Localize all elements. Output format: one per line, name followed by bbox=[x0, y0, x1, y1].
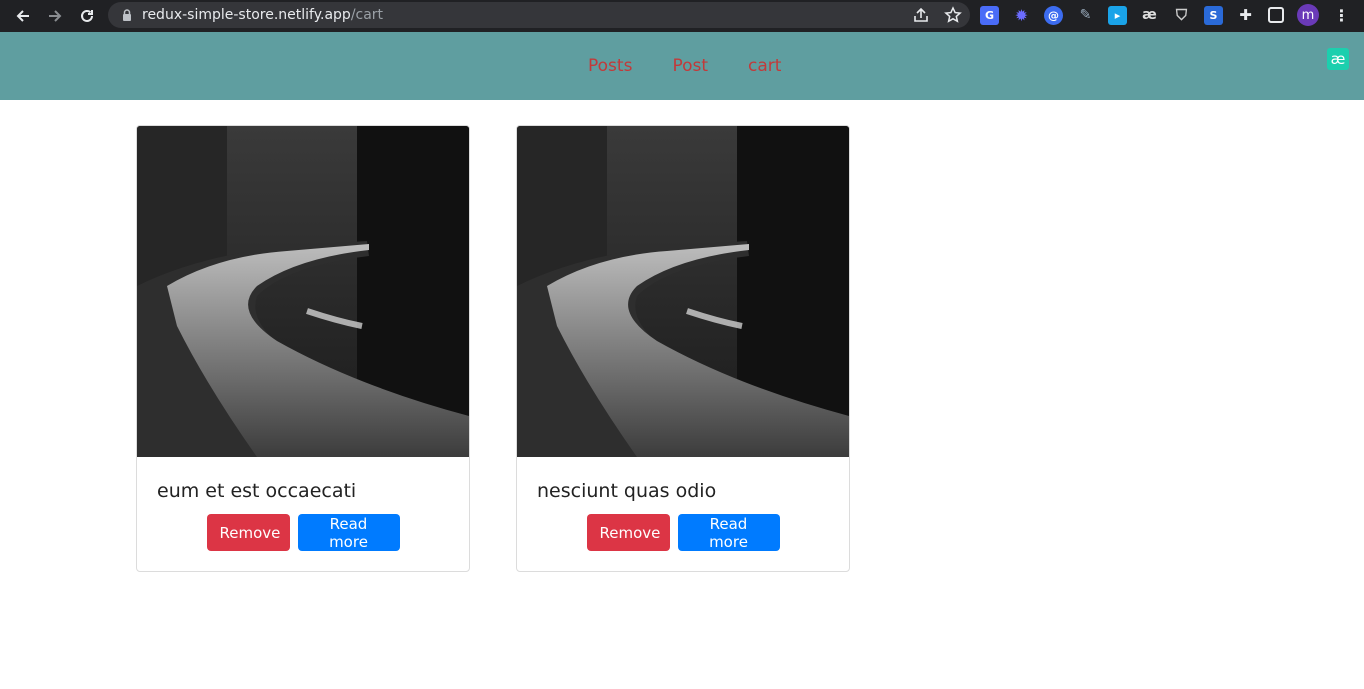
cart-card: eum et est occaecati Remove Read more bbox=[136, 125, 470, 572]
gear-extension-icon[interactable]: ✹ bbox=[1012, 6, 1031, 25]
arrow-right-icon bbox=[49, 10, 62, 22]
app-navbar: Posts Post cart æ bbox=[0, 32, 1364, 100]
browser-toolbar: redux-simple-store.netlify.app/cart G ✹ … bbox=[0, 0, 1364, 32]
reload-button[interactable] bbox=[76, 5, 98, 27]
ae-extension-icon[interactable]: æ bbox=[1140, 6, 1159, 25]
nav-links: Posts Post cart bbox=[588, 56, 821, 76]
shield-extension-icon[interactable]: ⛉ bbox=[1172, 6, 1191, 25]
forward-button[interactable] bbox=[44, 5, 66, 27]
ae-widget-icon[interactable]: æ bbox=[1327, 48, 1349, 70]
screen-extension-icon[interactable]: ▸ bbox=[1108, 5, 1127, 25]
card-image bbox=[517, 126, 849, 457]
share-icon[interactable] bbox=[912, 6, 930, 24]
s-extension-icon[interactable]: S bbox=[1204, 5, 1223, 25]
url-host: redux-simple-store.netlify.app bbox=[142, 7, 351, 23]
remove-button[interactable]: Remove bbox=[586, 514, 670, 551]
cart-card: nesciunt quas odio Remove Read more bbox=[516, 125, 850, 572]
reload-icon bbox=[81, 9, 93, 22]
read-more-button[interactable]: Read more bbox=[297, 514, 400, 551]
lock-icon bbox=[123, 9, 131, 21]
translate-extension-icon[interactable]: G bbox=[980, 5, 999, 25]
arrow-left-icon bbox=[16, 10, 29, 22]
at-extension-icon[interactable]: @ bbox=[1044, 5, 1063, 25]
star-icon[interactable] bbox=[944, 6, 962, 24]
nav-link-cart[interactable]: cart bbox=[748, 56, 781, 76]
sidebar-icon[interactable] bbox=[1268, 7, 1284, 23]
url-text: redux-simple-store.netlify.app/cart bbox=[142, 7, 383, 23]
remove-button[interactable]: Remove bbox=[206, 514, 290, 551]
card-title: eum et est occaecati bbox=[157, 480, 357, 502]
card-image bbox=[137, 126, 469, 457]
puzzle-icon[interactable]: ✚ bbox=[1236, 6, 1255, 25]
card-title: nesciunt quas odio bbox=[537, 480, 717, 502]
read-more-button[interactable]: Read more bbox=[677, 514, 780, 551]
nav-link-post[interactable]: Post bbox=[672, 56, 708, 76]
pen-extension-icon[interactable]: ✎ bbox=[1076, 6, 1095, 25]
extensions-bar: G ✹ @ ✎ ▸ æ ⛉ S ✚ m ⋮ bbox=[980, 4, 1351, 26]
url-path: /cart bbox=[350, 7, 384, 23]
address-bar[interactable]: redux-simple-store.netlify.app/cart bbox=[108, 2, 970, 28]
card-actions: Remove Read more bbox=[137, 514, 469, 551]
profile-avatar[interactable]: m bbox=[1297, 4, 1319, 26]
back-button[interactable] bbox=[12, 5, 34, 27]
menu-dots-icon[interactable]: ⋮ bbox=[1332, 6, 1351, 25]
nav-link-posts[interactable]: Posts bbox=[588, 56, 632, 76]
card-actions: Remove Read more bbox=[517, 514, 849, 551]
